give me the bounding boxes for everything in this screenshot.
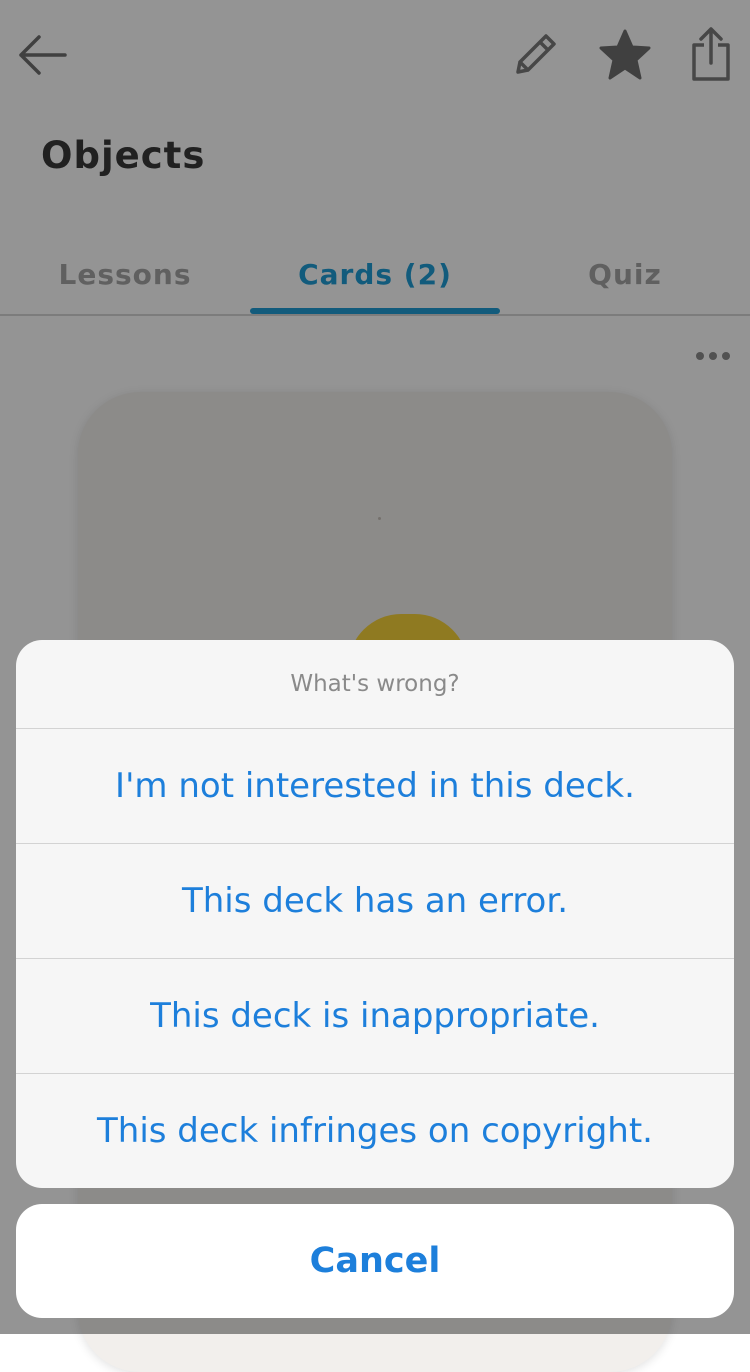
option-has-error[interactable]: This deck has an error. <box>16 844 734 959</box>
option-not-interested[interactable]: I'm not interested in this deck. <box>16 729 734 844</box>
action-sheet-title: What's wrong? <box>16 640 734 729</box>
option-inappropriate[interactable]: This deck is inappropriate. <box>16 959 734 1074</box>
cancel-button[interactable]: Cancel <box>16 1204 734 1318</box>
option-copyright[interactable]: This deck infringes on copyright. <box>16 1074 734 1188</box>
action-sheet: What's wrong? I'm not interested in this… <box>16 640 734 1188</box>
